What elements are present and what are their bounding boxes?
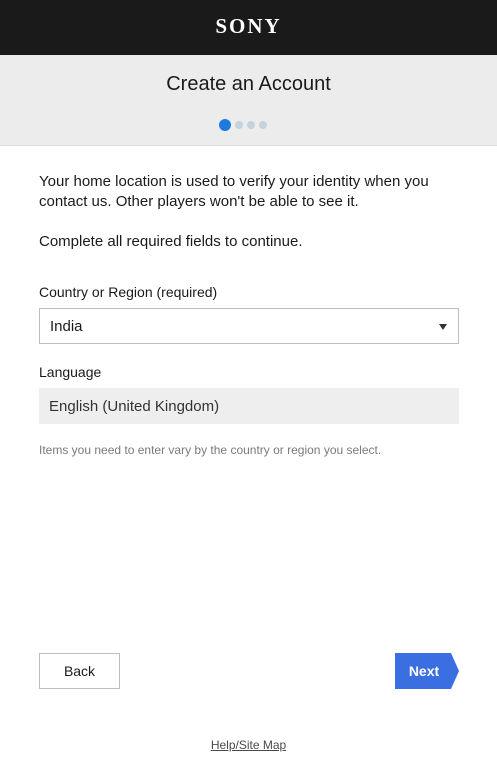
step-dot-4 (259, 121, 267, 129)
intro-text: Your home location is used to verify you… (39, 173, 429, 210)
country-label: Country or Region (required) (39, 284, 218, 300)
back-button-label: Back (63, 663, 96, 679)
language-label: Language (39, 364, 102, 380)
language-field: English (United Kingdom) (39, 388, 459, 424)
step-indicator (219, 119, 267, 131)
step-dot-3 (247, 121, 255, 129)
sony-logo: SONY (215, 13, 282, 38)
back-button[interactable]: Back (39, 653, 120, 689)
language-value: English (United Kingdom) (49, 398, 220, 415)
hint-text: Items you need to enter vary by the coun… (39, 443, 382, 457)
help-site-map-link[interactable]: Help/Site Map (0, 738, 497, 752)
page-title: Create an Account (166, 73, 331, 95)
step-dot-1 (219, 119, 231, 131)
country-select[interactable]: India (39, 308, 459, 344)
required-note: Complete all required fields to continue… (39, 233, 303, 250)
page-header: Create an Account (0, 55, 497, 146)
step-dot-2 (235, 121, 243, 129)
country-select-value: India (50, 318, 83, 335)
top-bar: SONY (0, 0, 497, 55)
dropdown-arrow-icon (439, 324, 447, 330)
next-button-label: Next (408, 663, 440, 679)
next-button[interactable]: Next (395, 653, 459, 689)
